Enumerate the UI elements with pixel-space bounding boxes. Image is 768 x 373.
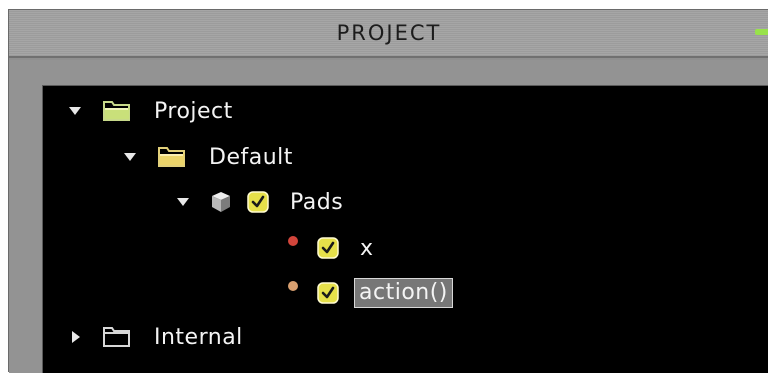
- folder-open-icon: [157, 145, 187, 169]
- cube-icon: [210, 190, 232, 214]
- tree-node-label: Pads: [290, 189, 344, 215]
- checkbox-checked[interactable]: [246, 190, 270, 214]
- status-dot-red: [288, 236, 298, 246]
- tree-node-x[interactable]: x: [288, 233, 374, 263]
- tree-node-action[interactable]: action(): [288, 278, 453, 308]
- expand-arrow-right-icon[interactable]: [66, 328, 84, 346]
- tree-node-label: Project: [154, 98, 233, 124]
- folder-open-icon: [102, 99, 132, 123]
- status-dot-orange: [288, 281, 298, 291]
- tree-node-internal[interactable]: Internal: [66, 322, 243, 352]
- tree-node-pads[interactable]: Pads: [174, 187, 343, 217]
- minimize-button[interactable]: [755, 29, 768, 35]
- tree-node-label: Internal: [154, 324, 243, 350]
- checkbox-checked[interactable]: [316, 236, 340, 260]
- expand-arrow-down-icon[interactable]: [174, 193, 192, 211]
- tree-node-label: Default: [209, 144, 293, 170]
- tree-node-label: x: [360, 235, 374, 261]
- checkbox-checked[interactable]: [316, 281, 340, 305]
- panel-titlebar[interactable]: PROJECT: [9, 10, 768, 58]
- project-panel: PROJECT Project Default Pads x action() …: [8, 9, 768, 373]
- expand-arrow-down-icon[interactable]: [66, 102, 84, 120]
- expand-arrow-down-icon[interactable]: [121, 148, 139, 166]
- panel-title: PROJECT: [336, 21, 442, 45]
- project-tree: Project Default Pads x action() Internal: [42, 85, 768, 373]
- tree-node-project[interactable]: Project: [66, 96, 233, 126]
- tree-node-default[interactable]: Default: [121, 142, 293, 172]
- folder-closed-icon: [102, 325, 132, 349]
- tree-node-label-selected[interactable]: action(): [354, 278, 453, 308]
